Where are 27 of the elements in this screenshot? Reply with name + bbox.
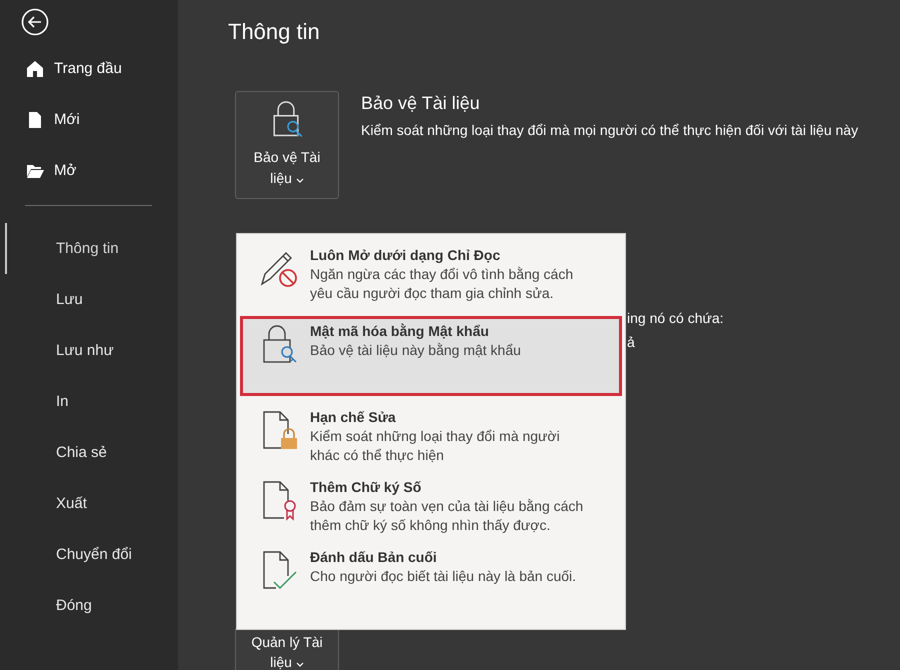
menu-item[interactable]: Hạn chế Sửa Kiểm soát những loại thay đổi mà người khác có thể thực hiện (240, 402, 622, 472)
caret-icon (296, 178, 304, 183)
partial-text: ả (627, 333, 636, 352)
manage-document-button[interactable]: Quản lý Tài liệu (235, 627, 339, 670)
menu-item[interactable]: Thêm Chữ ký Số Bảo đảm sự toàn vẹn của tài liệu bằng cách thêm chữ ký số không nhìn thấy được. (240, 472, 622, 542)
back-icon[interactable] (21, 8, 49, 36)
caret-icon (296, 662, 304, 668)
sidebar-item[interactable]: Trang đầu (0, 58, 178, 79)
sidebar-item[interactable]: Xuất (5, 478, 178, 529)
section-heading: Bảo vệ Tài liệu (361, 93, 481, 114)
sidebar-item[interactable]: Mới (0, 109, 178, 130)
sidebar-item[interactable]: Đóng (5, 580, 178, 631)
menu-item[interactable]: Mật mã hóa bằng Mật khẩu Bảo vệ tài liệu này bằng mật khẩu (240, 316, 622, 396)
menu-item[interactable]: Đánh dấu Bản cuối Cho người đọc biết tài liệu này là bản cuối. (240, 542, 622, 612)
document-icon (26, 110, 44, 128)
partial-text: ing nó có chứa: (627, 309, 724, 328)
sidebar-item[interactable]: Chia sẻ (5, 427, 178, 478)
page-title: Thông tin (228, 19, 321, 46)
protect-document-button[interactable]: Bảo vệ Tài liệu (235, 91, 339, 199)
sidebar-item[interactable]: In (5, 376, 178, 427)
sidebar-item[interactable]: Lưu (5, 274, 178, 325)
section-description: Kiểm soát những loại thay đổi mà mọi người có thể thực hiện đối với tài liệu này (361, 122, 858, 138)
menu-item[interactable]: Luôn Mở dưới dạng Chỉ Đọc Ngăn ngừa các thay đổi vô tình bằng cách yêu cầu người đọc tham gia chỉnh sửa. (240, 240, 622, 310)
home-icon (26, 60, 44, 78)
sidebar-item[interactable]: Lưu như (5, 325, 178, 376)
sidebar-item[interactable]: Chuyển đổi (5, 529, 178, 580)
sidebar-item[interactable]: Mở (0, 160, 178, 181)
